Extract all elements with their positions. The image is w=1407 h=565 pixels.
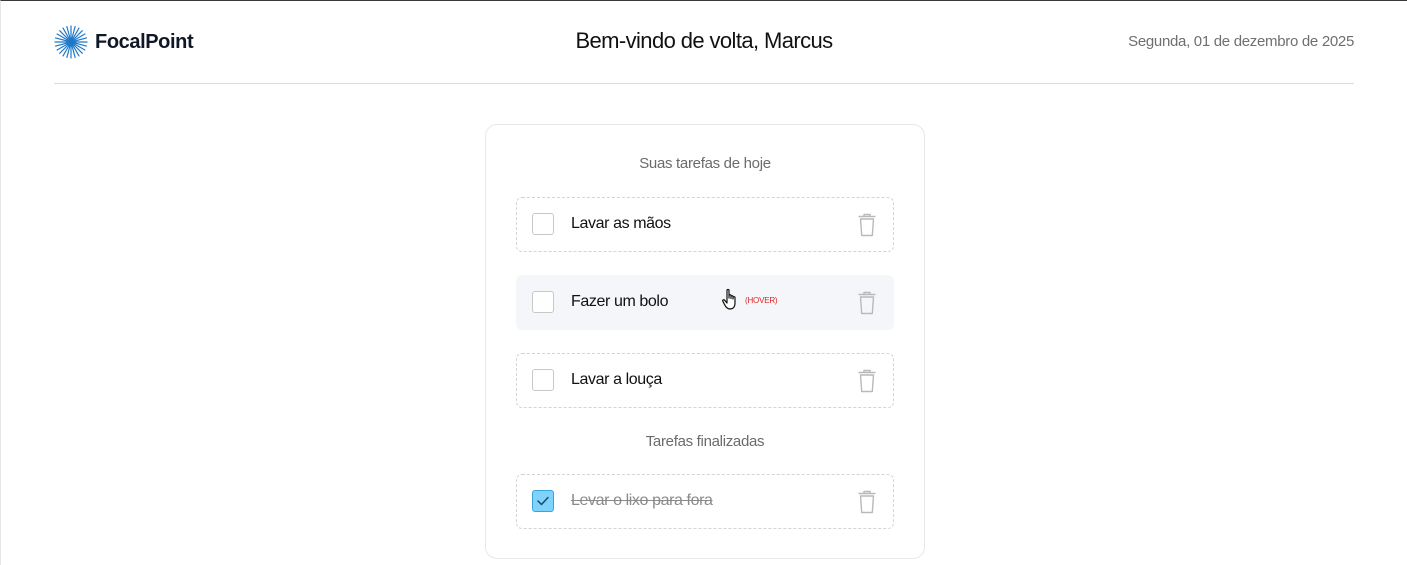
hover-annotation: (HOVER) [745, 296, 778, 305]
finished-tasks-title: Tarefas finalizadas [645, 433, 765, 450]
task-checkbox[interactable] [532, 213, 554, 235]
today-tasks-title: Suas tarefas de hoje [639, 155, 771, 172]
trash-icon[interactable] [857, 291, 877, 315]
task-label: Fazer um bolo [571, 293, 669, 310]
tasks-card: Suas tarefas de hoje Lavar as mãos Fazer… [485, 124, 925, 559]
task-item[interactable]: Lavar as mãos [516, 197, 894, 252]
task-item-hovered[interactable]: Fazer um bolo [516, 275, 894, 330]
checkmark-icon [537, 496, 549, 506]
current-date: Segunda, 01 de dezembro de 2025 [1128, 33, 1354, 50]
task-label: Lavar a louça [571, 371, 662, 388]
task-checkbox[interactable] [532, 291, 554, 313]
task-label: Levar o lixo para fora [571, 492, 713, 509]
trash-icon[interactable] [857, 490, 877, 514]
task-item[interactable]: Lavar a louça [516, 353, 894, 408]
task-checkbox-checked[interactable] [532, 490, 554, 512]
hand-pointer-icon [721, 288, 743, 312]
trash-icon[interactable] [857, 213, 877, 237]
task-label: Lavar as mãos [571, 215, 671, 232]
finished-task-item[interactable]: Levar o lixo para fora [516, 474, 894, 529]
header: FocalPoint Bem-vindo de volta, Marcus Se… [54, 1, 1354, 84]
trash-icon[interactable] [857, 369, 877, 393]
task-checkbox[interactable] [532, 369, 554, 391]
